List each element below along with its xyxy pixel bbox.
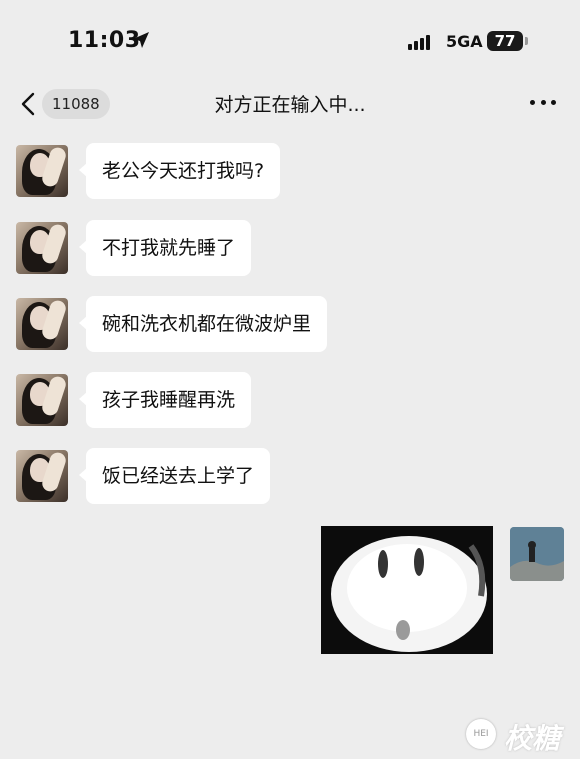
message-bubble[interactable]: 饭已经送去上学了 bbox=[78, 448, 271, 504]
contact-avatar[interactable] bbox=[16, 298, 68, 350]
status-time: 11:03 bbox=[68, 28, 141, 53]
message-bubble[interactable]: 碗和洗衣机都在微波炉里 bbox=[78, 296, 328, 352]
watermark-text: 校糖 bbox=[504, 722, 561, 755]
contact-avatar[interactable] bbox=[16, 222, 68, 274]
chat-header: 11088 对方正在输入中... bbox=[0, 80, 580, 130]
message-bubble[interactable]: 不打我就先睡了 bbox=[78, 220, 252, 276]
meme-face-image bbox=[321, 526, 493, 654]
chat-title: 对方正在输入中... bbox=[214, 94, 366, 116]
contact-avatar[interactable] bbox=[16, 450, 68, 502]
location-arrow-icon bbox=[133, 32, 149, 48]
status-bar: 11:03 5GA 77 bbox=[0, 0, 580, 80]
contact-avatar[interactable] bbox=[16, 374, 68, 426]
cellular-signal-icon bbox=[408, 32, 438, 50]
contact-avatar[interactable] bbox=[16, 145, 68, 197]
my-avatar-image bbox=[510, 527, 564, 581]
sent-image-message[interactable] bbox=[321, 526, 493, 654]
message-bubble[interactable]: 老公今天还打我吗? bbox=[78, 143, 281, 199]
watermark-logo-icon: HEI bbox=[466, 719, 496, 749]
watermark: HEI 校糖 bbox=[466, 715, 576, 755]
message-bubble[interactable]: 孩子我睡醒再洗 bbox=[78, 372, 252, 428]
more-icon[interactable] bbox=[530, 100, 556, 108]
battery-tip bbox=[525, 37, 528, 45]
my-avatar[interactable] bbox=[510, 527, 564, 581]
battery-icon: 77 bbox=[487, 31, 523, 51]
network-type: 5GA bbox=[446, 32, 483, 51]
